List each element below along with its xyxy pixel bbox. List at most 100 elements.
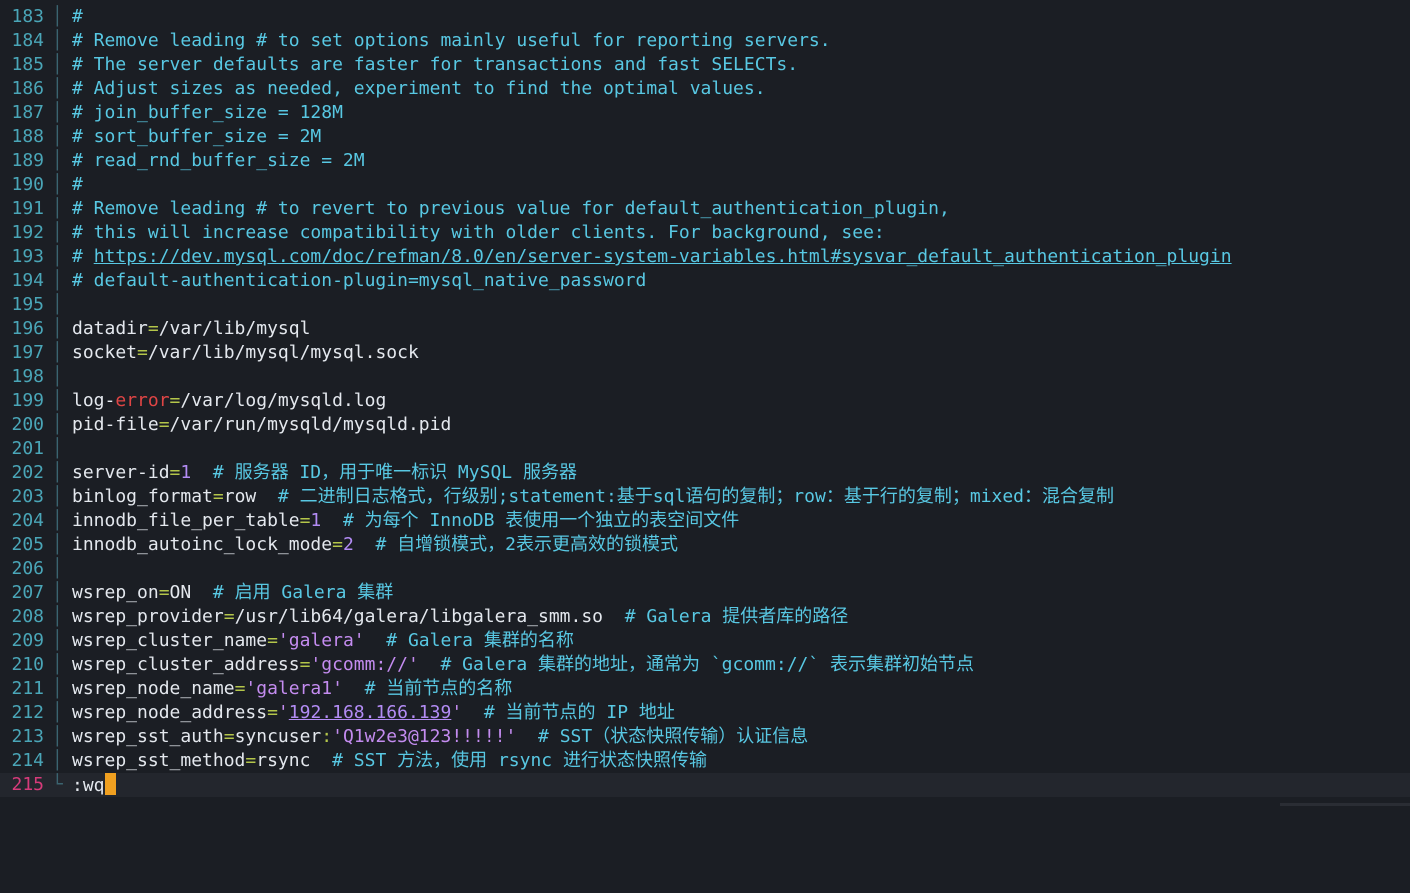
gutter-separator: │ (52, 726, 63, 747)
token: wsrep_node_address (72, 702, 268, 723)
token: wsrep_on (72, 582, 159, 603)
token: wsrep_node_name (72, 678, 235, 699)
gutter-separator: │ (52, 390, 63, 411)
code-line[interactable]: 197 │ socket=/var/lib/mysql/mysql.sock (0, 341, 1410, 365)
code-text: wsrep_provider=/usr/lib64/galera/libgale… (72, 605, 848, 629)
code-text: # Adjust sizes as needed, experiment to … (72, 77, 766, 101)
code-line[interactable]: 213 │ wsrep_sst_auth=syncuser:'Q1w2e3@123!… (0, 725, 1410, 749)
code-line[interactable]: 186 │ # Adjust sizes as needed, experiment… (0, 77, 1410, 101)
gutter-separator: │ (52, 198, 63, 219)
code-line[interactable]: 201 │ (0, 437, 1410, 461)
gutter-separator: │ (52, 78, 63, 99)
token: 192.168.166.139 (288, 702, 452, 723)
code-line[interactable]: 189 │ # read_rnd_buffer_size = 2M (0, 149, 1410, 173)
code-line[interactable]: 200 │ pid-file=/var/run/mysqld/mysqld.pid (0, 413, 1410, 437)
token: 'Q1w2e3@123!!!!!' (332, 726, 517, 747)
vim-editor[interactable]: 183 │ #184 │ # Remove leading # to set optio… (0, 0, 1410, 806)
code-line[interactable]: 211 │ wsrep_node_name='galera1' # 当前节点的名称 (0, 677, 1410, 701)
code-line[interactable]: 208 │ wsrep_provider=/usr/lib64/galera/lib… (0, 605, 1410, 629)
token: = (158, 582, 170, 603)
token: log- (72, 390, 116, 411)
gutter-separator: │ (52, 6, 63, 27)
code-text: # https://dev.mysql.com/doc/refman/8.0/e… (72, 245, 1232, 269)
code-line[interactable]: 202 │ server-id=1 # 服务器 ID，用于唯一标识 MySQL 服务… (0, 461, 1410, 485)
line-number: 208 (11, 606, 44, 627)
gutter-separator: │ (52, 342, 63, 363)
token: # 服务器 ID，用于唯一标识 MySQL 服务器 (191, 462, 577, 483)
token: binlog_format (72, 486, 213, 507)
code-text: wsrep_sst_auth=syncuser:'Q1w2e3@123!!!!!… (72, 725, 808, 749)
line-number: 213 (11, 726, 44, 747)
token: = (332, 534, 343, 555)
code-line[interactable]: 196 │ datadir=/var/lib/mysql (0, 317, 1410, 341)
code-line[interactable]: 210 │ wsrep_cluster_address='gcomm://' # G… (0, 653, 1410, 677)
token: /var/run/mysqld/mysqld.pid (169, 414, 452, 435)
code-line[interactable]: 192 │ # this will increase compatibility w… (0, 221, 1410, 245)
line-number: 184 (11, 30, 44, 51)
code-text: wsrep_on=ON # 启用 Galera 集群 (72, 581, 393, 605)
code-text: pid-file=/var/run/mysqld/mysqld.pid (72, 413, 451, 437)
token: socket (72, 342, 138, 363)
token: ON (169, 582, 192, 603)
line-number: 186 (11, 78, 44, 99)
gutter-separator: │ (52, 414, 63, 435)
code-line[interactable]: 203 │ binlog_format=row # 二进制日志格式，行级别;stat… (0, 485, 1410, 509)
code-line[interactable]: 212 │ wsrep_node_address='192.168.166.139'… (0, 701, 1410, 725)
token: = (147, 318, 159, 339)
code-line[interactable]: 194 │ # default-authentication-plugin=mysq… (0, 269, 1410, 293)
code-text: # this will increase compatibility with … (72, 221, 885, 245)
token: = (223, 606, 235, 627)
token: # this will increase compatibility with … (72, 222, 885, 243)
token: = (245, 750, 257, 771)
code-line[interactable]: 199 │ log-error=/var/log/mysqld.log (0, 389, 1410, 413)
code-text: # sort_buffer_size = 2M (72, 125, 321, 149)
token: = (299, 510, 311, 531)
code-line[interactable]: 184 │ # Remove leading # to set options ma… (0, 29, 1410, 53)
gutter-separator: │ (52, 486, 63, 507)
code-line[interactable]: 206 │ (0, 557, 1410, 581)
token: # SST（状态快照传输）认证信息 (516, 726, 809, 747)
line-number: 192 (11, 222, 44, 243)
code-line[interactable]: 190 │ # (0, 173, 1410, 197)
token: = (299, 654, 311, 675)
gutter-separator: │ (52, 30, 63, 51)
token: wsrep_sst_auth (72, 726, 224, 747)
code-line[interactable]: 205 │ innodb_autoinc_lock_mode=2 # 自增锁模式，2… (0, 533, 1410, 557)
code-line[interactable]: 195 │ (0, 293, 1410, 317)
command-line[interactable]: 215 └ :wq (0, 773, 1410, 797)
code-line[interactable]: 209 │ wsrep_cluster_name='galera' # Galera… (0, 629, 1410, 653)
token: : (321, 726, 333, 747)
code-line[interactable]: 198 │ (0, 365, 1410, 389)
token: # default-authentication-plugin=mysql_na… (72, 270, 647, 291)
code-line[interactable]: 187 │ # join_buffer_size = 128M (0, 101, 1410, 125)
code-line[interactable]: 191 │ # Remove leading # to revert to prev… (0, 197, 1410, 221)
code-line[interactable]: 204 │ innodb_file_per_table=1 # 为每个 InnoDB… (0, 509, 1410, 533)
line-number: 214 (11, 750, 44, 771)
code-line[interactable]: 188 │ # sort_buffer_size = 2M (0, 125, 1410, 149)
token: # (72, 174, 83, 195)
code-line[interactable]: 207 │ wsrep_on=ON # 启用 Galera 集群 (0, 581, 1410, 605)
code-text: # read_rnd_buffer_size = 2M (72, 149, 365, 173)
token: # sort_buffer_size = 2M (72, 126, 322, 147)
token: wsrep_sst_method (72, 750, 246, 771)
code-line[interactable]: 183 │ # (0, 5, 1410, 29)
line-number: 209 (11, 630, 44, 651)
code-line[interactable]: 214 │ wsrep_sst_method=rsync # SST 方法，使用 r… (0, 749, 1410, 773)
token: # Galera 提供者库的路径 (603, 606, 849, 627)
token: # 当前节点的名称 (342, 678, 513, 699)
token: = (234, 678, 246, 699)
command-input[interactable]: :wq (72, 773, 116, 798)
line-number: 212 (11, 702, 44, 723)
token: # Galera 集群的名称 (364, 630, 574, 651)
token: 1 (310, 510, 322, 531)
code-line[interactable]: 185 │ # The server defaults are faster for… (0, 53, 1410, 77)
token: = (212, 486, 224, 507)
code-text: wsrep_node_name='galera1' # 当前节点的名称 (72, 677, 512, 701)
line-number: 197 (11, 342, 44, 363)
token: # The server defaults are faster for tra… (72, 54, 799, 75)
code-line[interactable]: 193 │ # https://dev.mysql.com/doc/refman/8… (0, 245, 1410, 269)
gutter-separator: │ (52, 654, 63, 675)
token: # Adjust sizes as needed, experiment to … (72, 78, 766, 99)
token[interactable]: https://dev.mysql.com/doc/refman/8.0/en/… (94, 246, 1232, 267)
token: /var/lib/mysql (158, 318, 311, 339)
